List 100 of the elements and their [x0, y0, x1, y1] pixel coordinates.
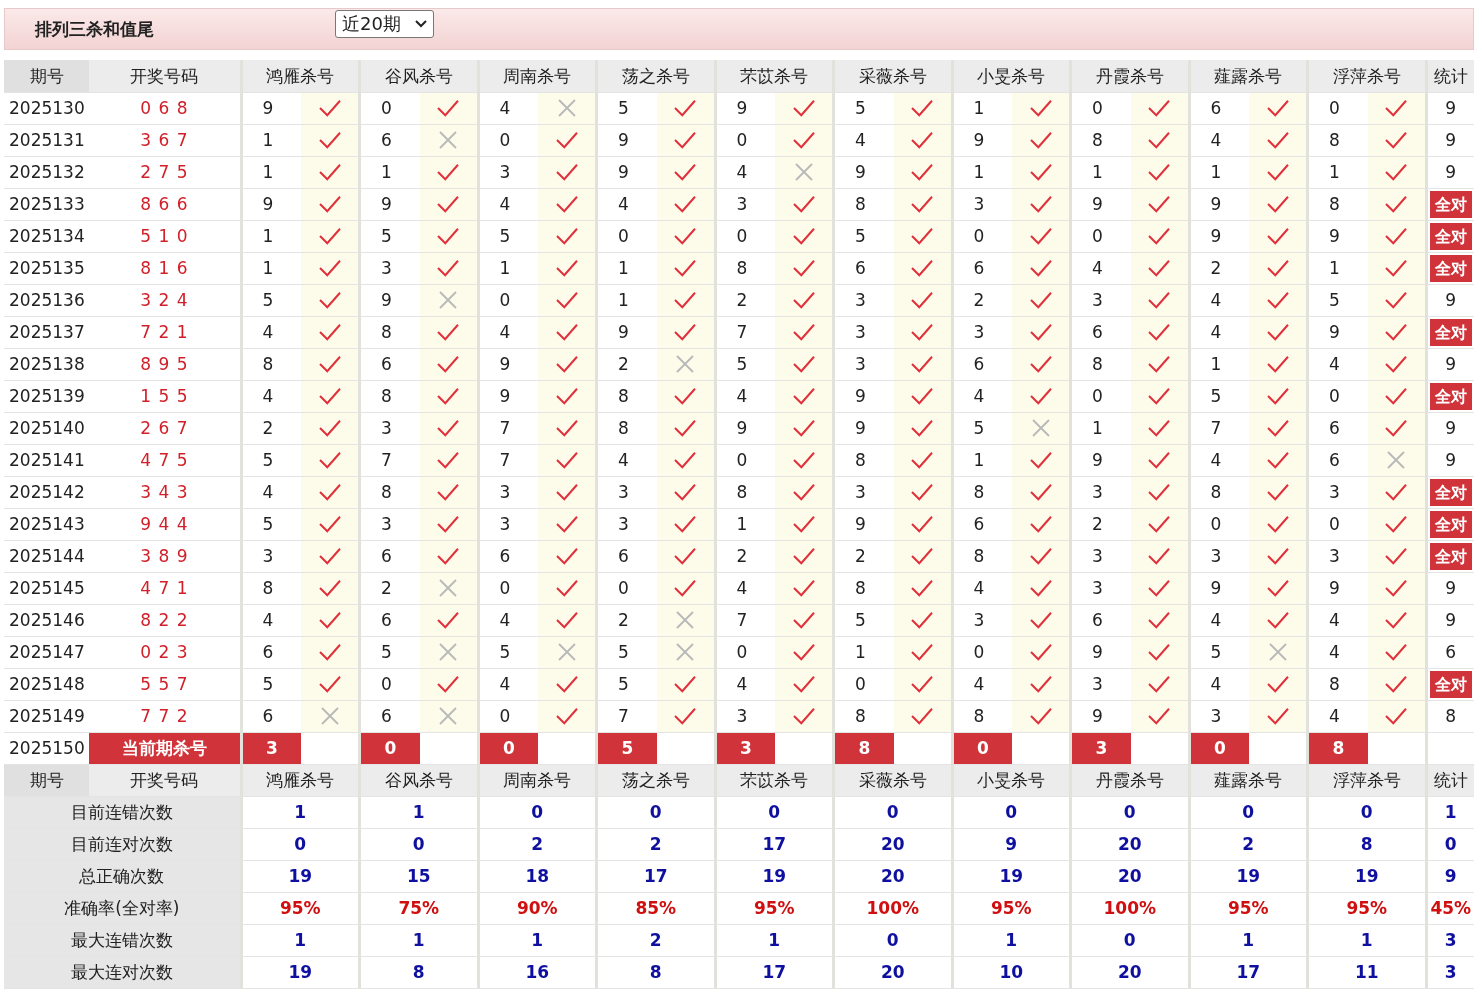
column-header: 荡之杀号 [596, 60, 715, 92]
column-header: 芣苡杀号 [715, 764, 834, 796]
summary-value: 20 [833, 956, 952, 988]
column-header: 丹霞杀号 [1070, 764, 1189, 796]
column-header: 鸿雁杀号 [241, 60, 360, 92]
summary-value: 0 [833, 924, 952, 956]
draw-number-cell: 2 7 5 [89, 156, 241, 188]
all-correct-badge: 全对 [1429, 510, 1472, 538]
stat-cell: 6 [1426, 636, 1474, 668]
current-kill-number: 0 [478, 732, 539, 764]
column-header: 浮萍杀号 [1307, 764, 1426, 796]
column-header: 鸿雁杀号 [241, 764, 360, 796]
summary-value: 1 [359, 924, 478, 956]
summary-value: 2 [1189, 828, 1308, 860]
summary-value: 2 [596, 924, 715, 956]
issue-cell: 2025133 [4, 188, 90, 220]
current-kill-number: 0 [952, 732, 1013, 764]
summary-value: 9 [952, 828, 1071, 860]
summary-value: 20 [1070, 860, 1189, 892]
issue-cell: 2025137 [4, 316, 90, 348]
summary-value: 3 [1426, 924, 1474, 956]
draw-number-cell: 8 6 6 [89, 188, 241, 220]
draw-number-cell: 8 1 6 [89, 252, 241, 284]
current-kill-number: 3 [241, 732, 302, 764]
stat-cell: 9 [1426, 348, 1474, 380]
draw-number-cell: 7 2 1 [89, 316, 241, 348]
stat-cell: 9 [1426, 412, 1474, 444]
column-header: 采薇杀号 [833, 60, 952, 92]
column-header: 丹霞杀号 [1070, 60, 1189, 92]
all-correct-badge: 全对 [1429, 382, 1472, 410]
column-header: 统计 [1426, 60, 1474, 92]
all-correct-badge: 全对 [1429, 254, 1472, 282]
summary-value: 17 [715, 828, 834, 860]
column-header: 采薇杀号 [833, 764, 952, 796]
summary-value: 20 [833, 860, 952, 892]
draw-number-cell: 3 6 7 [89, 124, 241, 156]
period-dropdown[interactable]: 近20期 [335, 10, 434, 38]
summary-value: 2 [478, 828, 597, 860]
column-header: 统计 [1426, 764, 1474, 796]
column-header: 小旻杀号 [952, 764, 1071, 796]
column-header: 谷风杀号 [359, 60, 478, 92]
issue-cell: 2025147 [4, 636, 90, 668]
summary-value: 17 [596, 860, 715, 892]
column-header: 期号 [4, 60, 90, 92]
summary-value: 1 [478, 924, 597, 956]
summary-value: 1 [359, 796, 478, 828]
summary-value: 1 [1426, 796, 1474, 828]
summary-value: 0 [1189, 796, 1308, 828]
summary-value: 2 [596, 828, 715, 860]
summary-value: 20 [1070, 956, 1189, 988]
current-kill-number: 3 [1070, 732, 1131, 764]
summary-value: 0 [1070, 924, 1189, 956]
summary-label: 目前连错次数 [4, 796, 241, 828]
summary-value: 17 [1189, 956, 1308, 988]
issue-cell: 2025148 [4, 668, 90, 700]
draw-number-cell: 8 9 5 [89, 348, 241, 380]
current-kill-number: 8 [833, 732, 894, 764]
draw-number-cell: 7 7 2 [89, 700, 241, 732]
column-header: 开奖号码 [89, 764, 241, 796]
summary-value: 9 [1426, 860, 1474, 892]
summary-value: 19 [715, 860, 834, 892]
column-header: 薤露杀号 [1189, 60, 1308, 92]
all-correct-badge: 全对 [1429, 190, 1472, 218]
issue-cell: 2025135 [4, 252, 90, 284]
summary-value: 0 [715, 796, 834, 828]
summary-value: 19 [952, 860, 1071, 892]
issue-cell: 2025141 [4, 444, 90, 476]
summary-value: 95% [1189, 892, 1308, 924]
summary-value: 0 [478, 796, 597, 828]
current-kill-number: 3 [715, 732, 776, 764]
current-kill-number: 0 [359, 732, 420, 764]
summary-value: 0 [359, 828, 478, 860]
summary-value: 95% [241, 892, 360, 924]
summary-value: 0 [596, 796, 715, 828]
stat-cell: 9 [1426, 572, 1474, 604]
summary-value: 0 [241, 828, 360, 860]
column-header: 周南杀号 [478, 764, 597, 796]
summary-value: 19 [241, 956, 360, 988]
stat-cell: 9 [1426, 284, 1474, 316]
issue-cell: 2025146 [4, 604, 90, 636]
summary-value: 90% [478, 892, 597, 924]
issue-cell: 2025149 [4, 700, 90, 732]
issue-cell: 2025131 [4, 124, 90, 156]
summary-value: 19 [241, 860, 360, 892]
summary-value: 1 [241, 796, 360, 828]
summary-label: 目前连对次数 [4, 828, 241, 860]
issue-cell: 2025132 [4, 156, 90, 188]
column-header: 开奖号码 [89, 60, 241, 92]
draw-number-cell: 4 7 5 [89, 444, 241, 476]
summary-value: 75% [359, 892, 478, 924]
summary-value: 16 [478, 956, 597, 988]
current-kill-number: 0 [1189, 732, 1250, 764]
summary-value: 100% [1070, 892, 1189, 924]
column-header: 小旻杀号 [952, 60, 1071, 92]
draw-number-cell: 0 2 3 [89, 636, 241, 668]
draw-number-cell: 5 1 0 [89, 220, 241, 252]
summary-value: 1 [715, 924, 834, 956]
issue-cell: 2025130 [4, 92, 90, 124]
summary-label: 最大连错次数 [4, 924, 241, 956]
summary-value: 20 [833, 828, 952, 860]
